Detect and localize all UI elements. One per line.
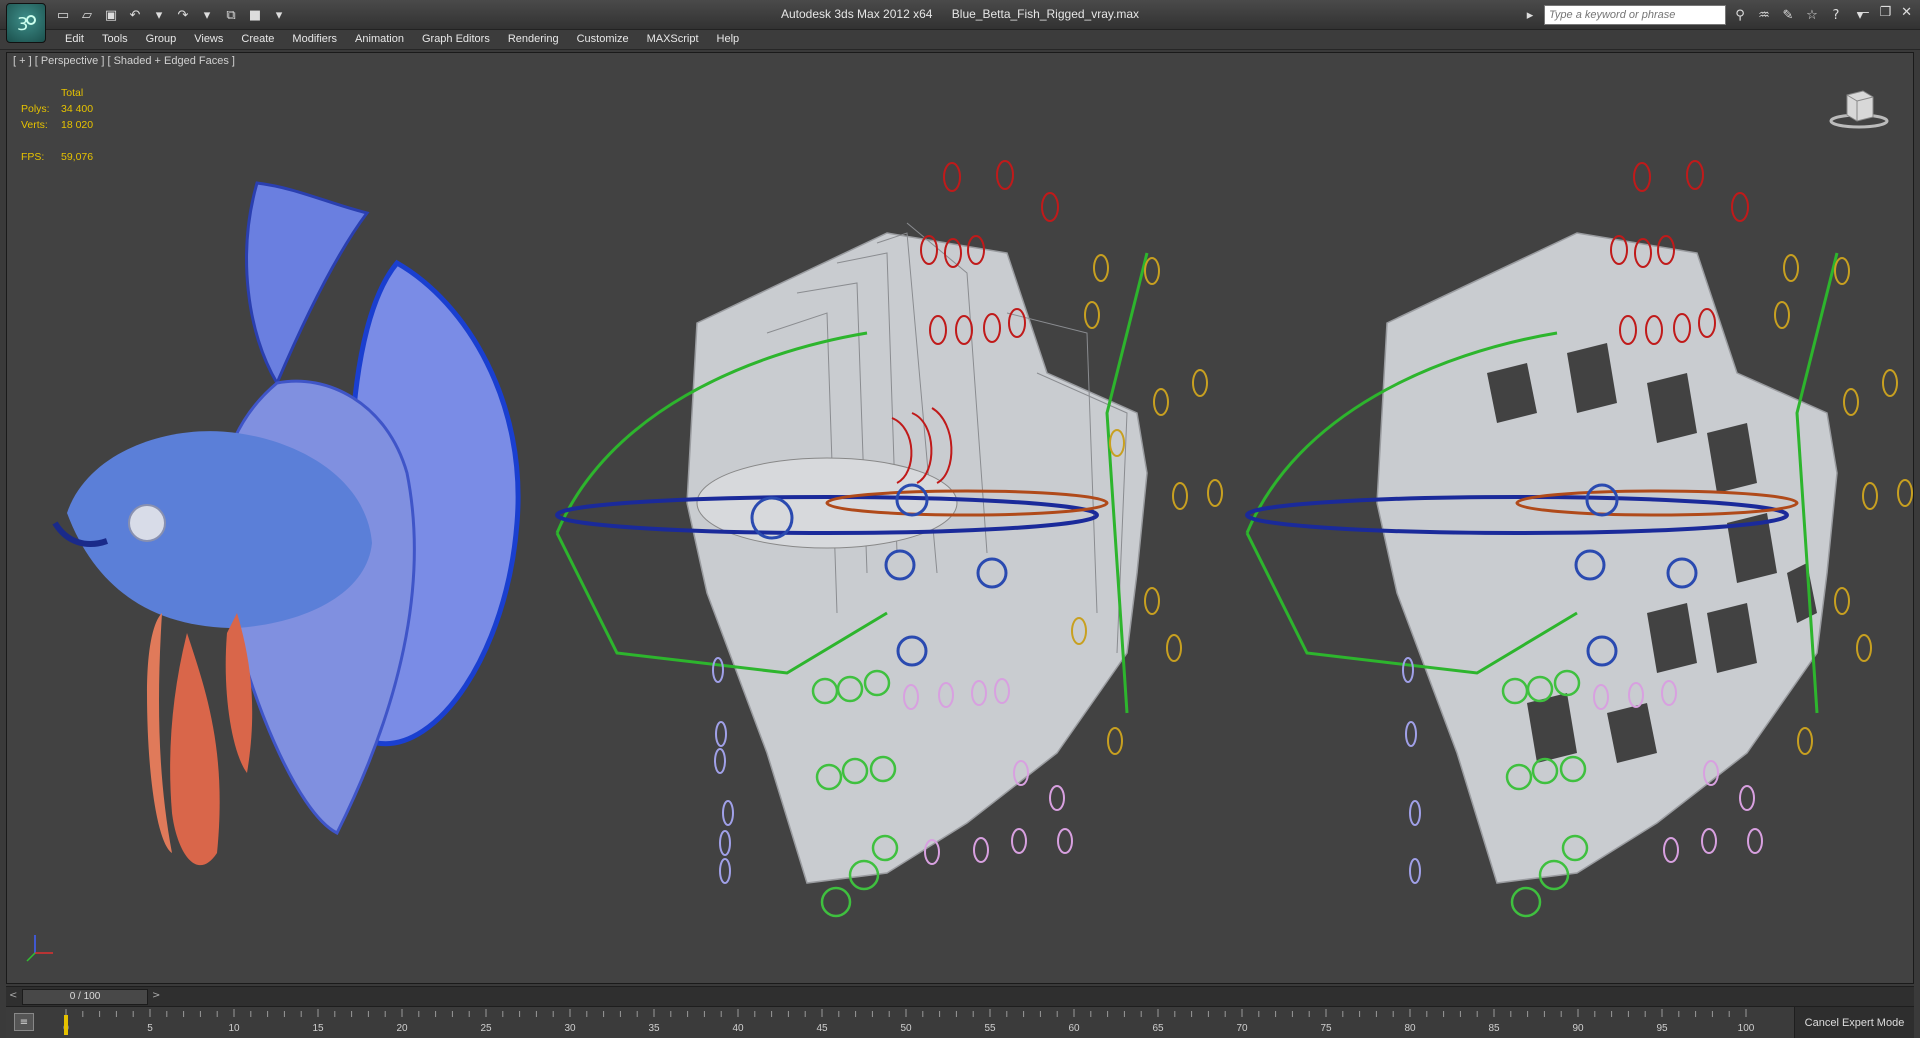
statistics-overlay: Total Polys: 34 400 Verts: 18 020 FPS: 59,0… — [21, 85, 93, 165]
project-folder-icon[interactable]: ■ — [246, 6, 264, 24]
ruler-label: 45 — [816, 1023, 828, 1034]
file-name: Blue_Betta_Fish_Rigged_vray.max — [951, 7, 1139, 21]
ruler-label: 30 — [564, 1023, 576, 1034]
menu-views[interactable]: Views — [185, 30, 232, 49]
track-bar[interactable]: ≡ 05101520253035404550556065707580859095… — [6, 1006, 1914, 1038]
menu-create[interactable]: Create — [232, 30, 283, 49]
tools-icon[interactable]: ✎ — [1778, 5, 1798, 25]
menu-animation[interactable]: Animation — [346, 30, 413, 49]
app-name: Autodesk 3ds Max 2012 x64 — [781, 7, 933, 21]
minimize-icon[interactable]: — — [1856, 5, 1869, 20]
menu-tools[interactable]: Tools — [93, 30, 137, 49]
menu-edit[interactable]: Edit — [56, 30, 93, 49]
polys-count: 34 400 — [61, 103, 94, 115]
cancel-expert-mode-button[interactable]: Cancel Expert Mode — [1794, 1007, 1914, 1038]
app-logo-icon[interactable]: 3 — [6, 3, 46, 43]
stats-header: Total — [61, 87, 84, 99]
menu-modifiers[interactable]: Modifiers — [283, 30, 346, 49]
viewport-scene — [26, 160, 1913, 962]
menu-bar: Edit Tools Group Views Create Modifiers … — [0, 30, 1920, 50]
polys-label: Polys: — [21, 103, 50, 115]
slider-prev-icon[interactable]: < — [9, 990, 17, 1001]
menu-graph-editors[interactable]: Graph Editors — [413, 30, 499, 49]
app-window: 3 ▭ ▱ ▣ ↶ ▾ ↷ ▾ ⧉ ■ ▾ Autodesk 3ds Max 2… — [0, 0, 1920, 1038]
undo-icon[interactable]: ↶ — [126, 6, 144, 24]
menu-help[interactable]: Help — [708, 30, 749, 49]
perspective-viewport[interactable]: [ + ] [ Perspective ] [ Shaded + Edged F… — [6, 52, 1914, 984]
ruler-label: 35 — [648, 1023, 660, 1034]
ruler-label: 70 — [1236, 1023, 1248, 1034]
ruler-label: 80 — [1404, 1023, 1416, 1034]
menu-group[interactable]: Group — [137, 30, 186, 49]
open-file-icon[interactable]: ▱ — [78, 6, 96, 24]
customize-toolbar-icon[interactable]: ▾ — [270, 6, 288, 24]
subscription-icon[interactable]: ♒ — [1754, 5, 1774, 25]
redo-dropdown-icon[interactable]: ▾ — [198, 6, 216, 24]
ruler-label: 55 — [984, 1023, 996, 1034]
ruler-label: 85 — [1488, 1023, 1500, 1034]
viewcube-icon[interactable] — [1829, 85, 1889, 131]
ruler-label: 75 — [1320, 1023, 1332, 1034]
binoculars-icon[interactable]: ⚲ — [1730, 5, 1750, 25]
fps-value: 59,076 — [61, 151, 94, 163]
menu-rendering[interactable]: Rendering — [499, 30, 568, 49]
ruler-label: 15 — [312, 1023, 324, 1034]
search-input[interactable] — [1544, 5, 1726, 25]
axis-tripod-icon — [26, 935, 53, 962]
close-icon[interactable]: ✕ — [1901, 5, 1912, 20]
ruler-label: 20 — [396, 1023, 408, 1034]
ruler-label: 10 — [228, 1023, 240, 1034]
rigged-fish-middle[interactable] — [555, 160, 1223, 918]
new-file-icon[interactable]: ▭ — [54, 6, 72, 24]
window-controls: — ❐ ✕ — [1856, 5, 1912, 20]
curve-editor-icon[interactable]: ≡ — [14, 1013, 34, 1031]
hold-icon[interactable]: ⧉ — [222, 6, 240, 24]
redo-icon[interactable]: ↷ — [174, 6, 192, 24]
fps-label: FPS: — [21, 151, 45, 163]
ruler-label: 50 — [900, 1023, 912, 1034]
ruler-label: 90 — [1572, 1023, 1584, 1034]
svg-text:3: 3 — [17, 14, 28, 35]
save-file-icon[interactable]: ▣ — [102, 6, 120, 24]
ruler-label: 5 — [147, 1023, 153, 1034]
ruler-label: 100 — [1738, 1023, 1755, 1034]
quick-access-toolbar: ▭ ▱ ▣ ↶ ▾ ↷ ▾ ⧉ ■ ▾ — [54, 6, 288, 24]
menu-maxscript[interactable]: MAXScript — [638, 30, 708, 49]
expand-arrow-icon[interactable]: ▸ — [1520, 5, 1540, 25]
slider-next-icon[interactable]: > — [152, 990, 160, 1001]
verts-count: 18 020 — [61, 119, 94, 131]
verts-label: Verts: — [21, 119, 48, 131]
help-icon[interactable]: ? — [1826, 5, 1846, 25]
ruler-label: 95 — [1656, 1023, 1668, 1034]
time-slider-thumb[interactable]: 0 / 100 — [22, 989, 148, 1005]
title-bar: 3 ▭ ▱ ▣ ↶ ▾ ↷ ▾ ⧉ ■ ▾ Autodesk 3ds Max 2… — [0, 0, 1920, 43]
frame-ruler[interactable]: 0510152025303540455055606570758085909510… — [58, 1007, 1758, 1038]
favorites-star-icon[interactable]: ☆ — [1802, 5, 1822, 25]
ruler-label: 60 — [1068, 1023, 1080, 1034]
ruler-label: 65 — [1152, 1023, 1164, 1034]
rigged-fish-right[interactable] — [1245, 160, 1913, 918]
ruler-label: 40 — [732, 1023, 744, 1034]
menu-customize[interactable]: Customize — [568, 30, 638, 49]
undo-dropdown-icon[interactable]: ▾ — [150, 6, 168, 24]
viewport-label[interactable]: [ + ] [ Perspective ] [ Shaded + Edged F… — [13, 55, 235, 67]
time-slider[interactable]: < 0 / 100 > — [6, 986, 1914, 1006]
ruler-label: 25 — [480, 1023, 492, 1034]
infocenter: ▸ ⚲ ♒ ✎ ☆ ? ▾ — [1520, 5, 1870, 25]
restore-icon[interactable]: ❐ — [1879, 5, 1891, 20]
current-frame-marker[interactable] — [64, 1015, 68, 1035]
shaded-betta-fish[interactable] — [52, 181, 521, 866]
